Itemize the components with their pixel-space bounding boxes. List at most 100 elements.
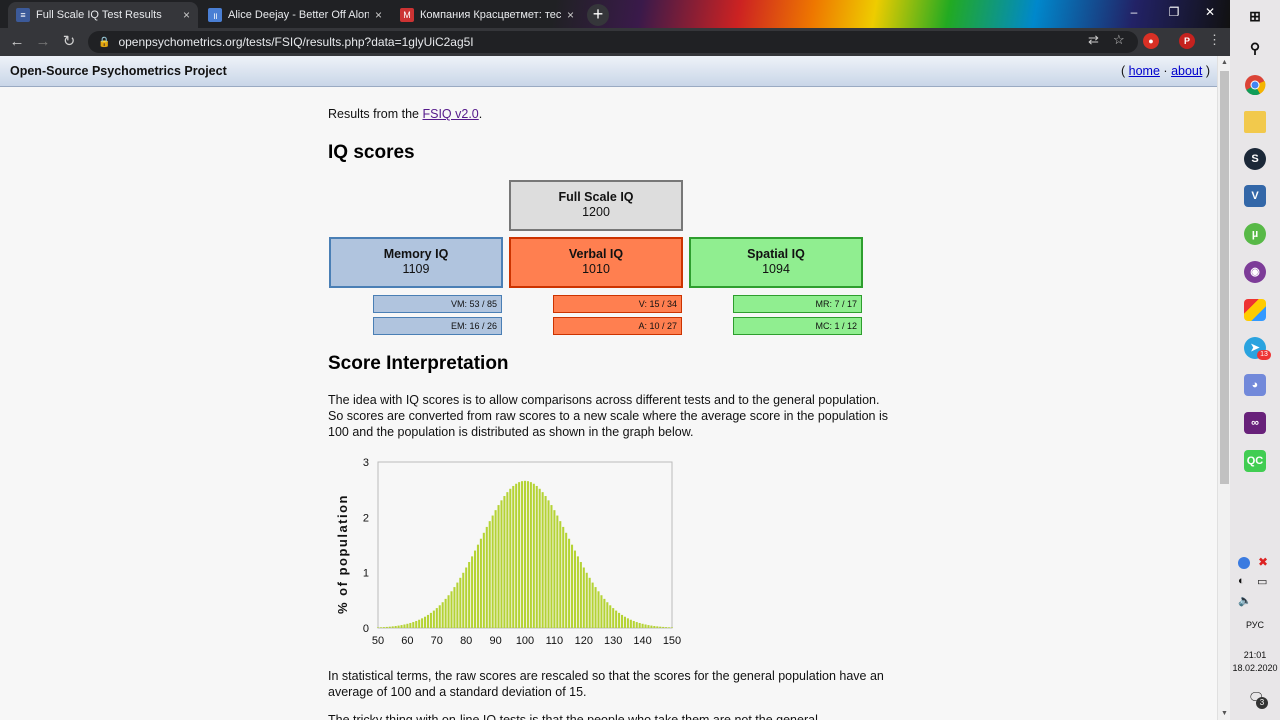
windows-start-icon[interactable]: ⊞	[1244, 5, 1266, 27]
search-icon[interactable]: ⚲	[1244, 37, 1266, 59]
chart-bar	[553, 510, 556, 628]
back-arrow-icon[interactable]: ←	[7, 32, 27, 52]
chart-bar	[376, 627, 380, 628]
minimize-icon[interactable]: –	[1114, 0, 1154, 26]
file-explorer-icon[interactable]	[1244, 111, 1266, 133]
chart-bar	[379, 627, 382, 628]
y-axis-label: % of population	[335, 494, 350, 614]
menu-kebab-icon[interactable]: ⋮	[1208, 32, 1221, 48]
y-tick-label: 0	[363, 623, 369, 635]
chart-bar	[623, 616, 626, 628]
chart-bar	[641, 623, 644, 628]
online-tests-paragraph: The tricky thing with on-line IQ tests i…	[328, 713, 818, 720]
chart-bar	[579, 562, 582, 628]
chart-bar	[515, 483, 518, 628]
chart-bar	[450, 591, 453, 628]
volume-icon[interactable]: 🔈	[1238, 594, 1252, 607]
intro-prefix: Results from the	[328, 107, 423, 121]
chart-bar	[518, 482, 521, 628]
chart-bar	[491, 515, 494, 628]
y-axis-ticks: 0 1 2 3	[363, 457, 369, 635]
tray-app-icon[interactable]	[1238, 557, 1250, 569]
maximize-icon[interactable]: ❐	[1154, 0, 1194, 26]
x-tick-label: 90	[489, 635, 501, 647]
chart-bar	[388, 626, 391, 628]
new-tab-button[interactable]: +	[587, 4, 609, 26]
x-tick-label: 80	[460, 635, 472, 647]
clock-time[interactable]: 21:01	[1230, 650, 1280, 660]
chart-bar	[638, 622, 641, 628]
close-icon[interactable]: ×	[567, 8, 574, 22]
subscore-em: EM: 16 / 26	[373, 317, 502, 335]
verbal-iq-box: Verbal IQ 1010	[509, 237, 683, 288]
score-name: Spatial IQ	[747, 247, 805, 261]
chart-bar	[468, 562, 471, 628]
page-scrollbar[interactable]: ▲ ▼	[1217, 56, 1230, 720]
chart-bar	[391, 626, 394, 628]
home-link[interactable]: home	[1129, 64, 1160, 78]
tor-browser-icon[interactable]: ◉	[1244, 261, 1266, 283]
chart-bar	[444, 598, 447, 628]
chrome-icon[interactable]	[1244, 74, 1266, 96]
chart-bar	[462, 572, 465, 628]
star-icon[interactable]: ☆	[1113, 32, 1125, 48]
score-value: 1094	[762, 262, 790, 276]
tray-display-icon[interactable]: ▭	[1257, 575, 1267, 588]
forward-arrow-icon[interactable]: →	[33, 32, 53, 52]
memory-iq-box: Memory IQ 1109	[329, 237, 503, 288]
notification-count: 3	[1256, 697, 1268, 709]
intro-suffix: .	[478, 107, 483, 121]
chart-bar	[456, 582, 459, 628]
fsiq-link[interactable]: FSIQ v2.0	[422, 107, 478, 121]
close-icon[interactable]: ×	[375, 8, 382, 22]
qt-creator-icon[interactable]: QC	[1244, 450, 1266, 472]
score-interpretation-heading: Score Interpretation	[328, 353, 509, 374]
tray-steam-icon[interactable]: ◐	[1238, 575, 1245, 587]
tab-alice-deejay[interactable]: ॥ Alice Deejay - Better Off Alone ×	[200, 2, 390, 28]
profile-avatar[interactable]: P	[1179, 33, 1195, 49]
visual-studio-icon[interactable]: ∞	[1244, 412, 1266, 434]
utorrent-icon[interactable]: µ	[1244, 223, 1266, 245]
chart-bar	[523, 480, 527, 628]
steam-icon[interactable]: S	[1244, 148, 1266, 170]
chart-bar	[500, 500, 503, 628]
language-indicator[interactable]: РУС	[1230, 620, 1280, 630]
extension-icon[interactable]: ●	[1143, 33, 1159, 49]
tab-iq-results[interactable]: ≡ Full Scale IQ Test Results ×	[8, 2, 198, 28]
about-link[interactable]: about	[1171, 64, 1202, 78]
clock-date[interactable]: 18.02.2020	[1230, 663, 1280, 673]
close-window-icon[interactable]: ✕	[1190, 0, 1230, 26]
chart-bar	[588, 577, 591, 628]
chart-bar	[447, 595, 450, 628]
chart-bar	[521, 481, 524, 628]
discord-icon[interactable]: ◕	[1244, 374, 1266, 396]
virtualbox-icon[interactable]: V	[1244, 185, 1266, 207]
scroll-thumb[interactable]	[1220, 71, 1229, 484]
chart-bar	[482, 532, 485, 628]
translate-icon[interactable]: ⇄	[1088, 32, 1099, 48]
x-tick-label: 120	[575, 635, 593, 647]
close-icon[interactable]: ×	[183, 8, 190, 22]
tab-label: Компания Красцветмет: тестово	[420, 9, 561, 21]
chart-bar	[597, 591, 600, 628]
chart-bar	[544, 496, 547, 628]
lock-icon: 🔒	[98, 36, 111, 48]
reload-icon[interactable]: ↻	[59, 32, 79, 52]
rubiks-cube-icon[interactable]	[1244, 299, 1266, 321]
tab-krastsvetmet[interactable]: M Компания Красцветмет: тестово ×	[392, 2, 582, 28]
chart-bar	[618, 612, 621, 628]
url-text: openpsychometrics.org/tests/FSIQ/results…	[118, 35, 474, 49]
address-bar[interactable]: 🔒 openpsychometrics.org/tests/FSIQ/resul…	[88, 31, 1138, 53]
chart-bar	[429, 612, 432, 628]
scroll-up-icon[interactable]: ▲	[1218, 56, 1230, 69]
chart-bar	[532, 483, 535, 628]
spatial-iq-box: Spatial IQ 1094	[689, 237, 863, 288]
scroll-down-icon[interactable]: ▼	[1218, 707, 1230, 720]
score-value: 1010	[582, 262, 610, 276]
chart-bar	[494, 510, 497, 628]
chart-bar	[635, 622, 638, 628]
chart-bar	[421, 618, 424, 628]
chart-bar	[406, 623, 409, 628]
tray-alert-icon[interactable]: ✖	[1258, 556, 1270, 568]
chart-bar	[576, 556, 579, 628]
